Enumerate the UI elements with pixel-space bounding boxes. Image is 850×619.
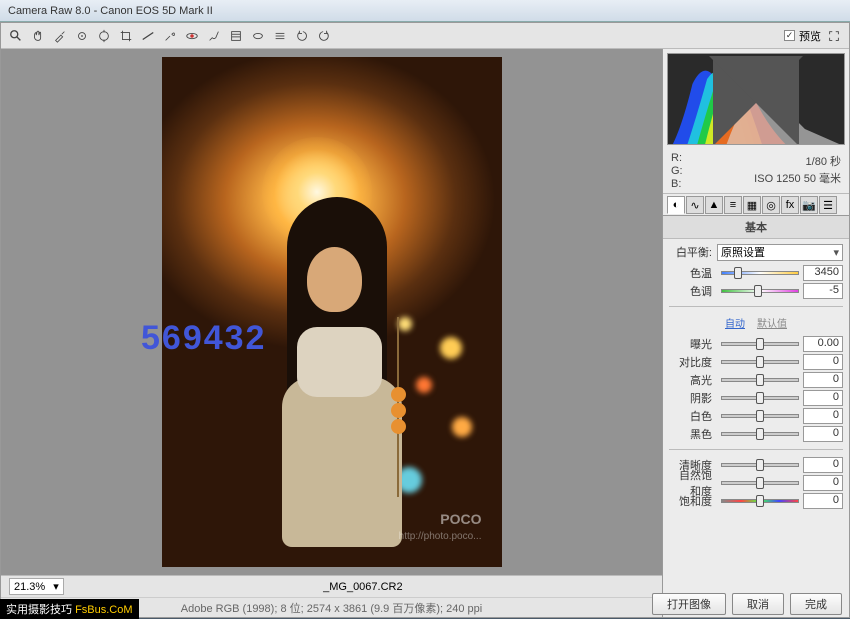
slider-label: 曝光 [669,336,717,352]
prefs-icon[interactable] [271,27,289,45]
tab-basic-icon[interactable]: ◐ [667,196,685,214]
slider-白色[interactable] [721,409,799,423]
panel-title: 基本 [663,216,849,239]
radial-filter-icon[interactable] [249,27,267,45]
slider-色温[interactable] [721,266,799,280]
panel-tabs: ◐ ∿ ▲ ≡ ▦ ◎ fx 📷 ☰ [663,194,849,216]
slider-value[interactable]: 0 [803,457,843,473]
tab-fx-icon[interactable]: fx [781,196,799,214]
tab-hsl-icon[interactable]: ≡ [724,196,742,214]
eyedropper-icon[interactable] [51,27,69,45]
watermark-url: http://photo.poco... [399,531,482,542]
tab-camera-icon[interactable]: 📷 [800,196,818,214]
slider-label: 饱和度 [669,493,717,509]
tab-preset-icon[interactable]: ☰ [819,196,837,214]
slider-饱和度[interactable] [721,494,799,508]
controls: 白平衡: 原照设置 色温 3450 色调 -5 自动 默认值 曝光 0 [663,239,849,514]
slider-黑色[interactable] [721,427,799,441]
slider-高光[interactable] [721,373,799,387]
slider-label: 阴影 [669,390,717,406]
watermark-poco: POCO [440,511,481,527]
slider-对比度[interactable] [721,355,799,369]
watermark-number: 569432 [141,319,266,358]
straighten-icon[interactable] [139,27,157,45]
slider-value[interactable]: 0 [803,354,843,370]
tab-detail-icon[interactable]: ▲ [705,196,723,214]
histogram[interactable] [667,53,845,145]
slider-自然饱和度[interactable] [721,476,799,490]
spot-removal-icon[interactable] [161,27,179,45]
slider-阴影[interactable] [721,391,799,405]
footer-watermark: 实用摄影技巧 FsBus.CoM [0,599,139,619]
slider-label: 白色 [669,408,717,424]
slider-value[interactable]: 0 [803,372,843,388]
preview-checkbox[interactable] [784,30,795,41]
photo-preview: POCO http://photo.poco... [162,57,502,567]
auto-link[interactable]: 自动 [725,315,745,330]
open-button[interactable]: 打开图像 [652,593,726,615]
slider-label: 对比度 [669,354,717,370]
app-window: 预览 POCO http://photo.poco... 569432 21.3… [0,22,850,618]
zoom-tool-icon[interactable] [7,27,25,45]
canvas[interactable]: POCO http://photo.poco... 569432 [1,49,662,575]
slider-value[interactable]: 0 [803,426,843,442]
slider-清晰度[interactable] [721,458,799,472]
zoom-select[interactable]: 21.3%▾ [9,578,64,595]
cancel-button[interactable]: 取消 [732,593,784,615]
preview-pane: POCO http://photo.poco... 569432 21.3%▾ … [1,49,663,617]
tab-curve-icon[interactable]: ∿ [686,196,704,214]
slider-label: 黑色 [669,426,717,442]
bottom-buttons: 打开图像 取消 完成 [652,593,842,615]
status-bar: 21.3%▾ _MG_0067.CR2 [1,575,662,597]
preview-label: 预览 [799,28,821,44]
right-panel: R:G:B: 1/80 秒ISO 1250 50 毫米 ◐ ∿ ▲ ≡ ▦ ◎ … [663,49,849,617]
rotate-ccw-icon[interactable] [293,27,311,45]
target-adjust-icon[interactable] [95,27,113,45]
redeye-icon[interactable] [183,27,201,45]
slider-value[interactable]: 0 [803,390,843,406]
slider-value[interactable]: 0 [803,408,843,424]
slider-value[interactable]: 0 [803,493,843,509]
slider-value[interactable]: 0 [803,475,843,491]
slider-value[interactable]: 3450 [803,265,843,281]
done-button[interactable]: 完成 [790,593,842,615]
slider-曝光[interactable] [721,337,799,351]
window-title: Camera Raw 8.0 - Canon EOS 5D Mark II [8,5,213,17]
tab-split-icon[interactable]: ▦ [743,196,761,214]
window-titlebar: Camera Raw 8.0 - Canon EOS 5D Mark II [0,0,850,22]
rgb-info: R:G:B: 1/80 秒ISO 1250 50 毫米 [663,149,849,194]
slider-label: 色调 [669,283,717,299]
fullscreen-icon[interactable] [825,27,843,45]
toolbar: 预览 [1,23,849,49]
filename: _MG_0067.CR2 [72,581,654,593]
adjustment-brush-icon[interactable] [205,27,223,45]
default-link[interactable]: 默认值 [757,315,787,330]
hand-tool-icon[interactable] [29,27,47,45]
slider-value[interactable]: 0.00 [803,336,843,352]
main-area: POCO http://photo.poco... 569432 21.3%▾ … [1,49,849,617]
slider-label: 高光 [669,372,717,388]
crop-tool-icon[interactable] [117,27,135,45]
slider-色调[interactable] [721,284,799,298]
slider-label: 色温 [669,265,717,281]
tab-lens-icon[interactable]: ◎ [762,196,780,214]
color-sampler-icon[interactable] [73,27,91,45]
graduated-filter-icon[interactable] [227,27,245,45]
wb-label: 白平衡: [669,244,717,260]
slider-value[interactable]: -5 [803,283,843,299]
wb-select[interactable]: 原照设置 [717,244,843,261]
rotate-cw-icon[interactable] [315,27,333,45]
